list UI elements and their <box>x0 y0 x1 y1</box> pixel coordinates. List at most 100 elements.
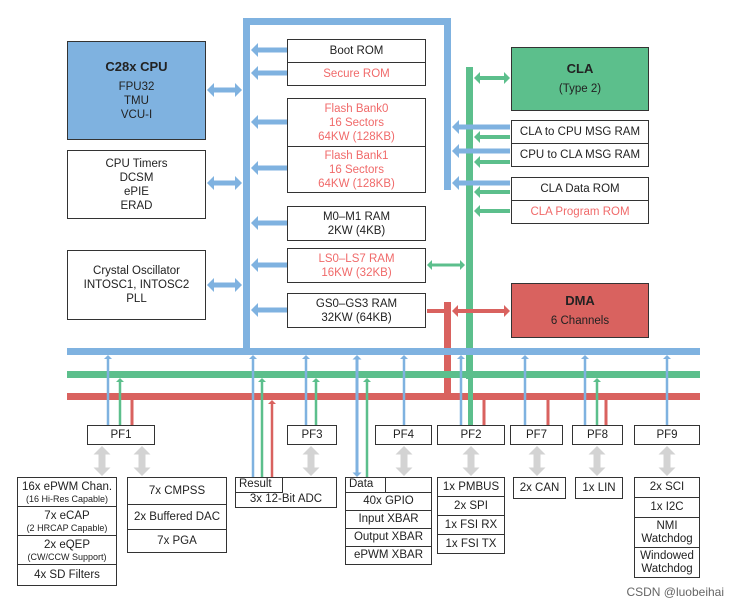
cpu-block: C28x CPU FPU32 TMU VCU-I <box>67 41 206 140</box>
analog-peripheral-label: 7x PGA <box>157 534 197 547</box>
pf1-peripheral-line: 16x ePWM Chan. <box>21 481 113 493</box>
memory-bus-arrow <box>258 262 287 268</box>
memory-bus-arrow <box>258 70 287 76</box>
memory-bus-arrow <box>258 307 287 313</box>
peripheral-double-arrow-head <box>93 467 111 476</box>
cpu-feature: FPU32 <box>118 80 155 93</box>
pf1-peripheral: 4x SD Filters <box>17 564 117 586</box>
peripheral-frame-pf4: PF4 <box>375 425 432 445</box>
flash-bank1: Flash Bank1 16 Sectors 64KW (128KB) <box>287 146 426 193</box>
memory-bus-arrow-head <box>251 161 258 175</box>
ls-ram-line: LS0–LS7 RAM <box>318 252 395 265</box>
pf-connector <box>106 359 110 425</box>
adc-connector <box>260 382 264 477</box>
analog-peripheral: 2x Buffered DAC <box>127 504 227 530</box>
cpu-bus-arrow-head <box>207 176 214 190</box>
peripheral-double-arrow-head <box>528 467 546 476</box>
cla-block: CLA (Type 2) <box>511 47 649 111</box>
peripheral-frame-pf1: PF1 <box>87 425 155 445</box>
pf-connector-head <box>116 378 124 382</box>
peripheral-bus-green <box>67 371 700 378</box>
adc-result-tab: Result <box>235 477 283 493</box>
ls-ram-line: 16KW (32KB) <box>321 266 392 279</box>
pf-connector <box>304 359 308 425</box>
timers-feature: CPU Timers <box>105 157 168 170</box>
cla-memory-cpu-arrow-head <box>452 176 459 190</box>
pf1-peripheral: 16x ePWM Chan. (16 Hi-Res Capable) <box>17 477 117 508</box>
cpu-bus-arrow-head <box>235 83 242 97</box>
peripheral-double-arrow <box>663 454 671 468</box>
pf1-peripheral: 7x eCAP (2 HRCAP Capable) <box>17 506 117 537</box>
gpio-item: Output XBAR <box>345 528 432 547</box>
m0-m1-ram-line: M0–M1 RAM <box>322 210 391 223</box>
peripheral-double-arrow-head <box>528 446 546 455</box>
oscillator-block: Crystal Oscillator INTOSC1, INTOSC2 PLL <box>67 250 206 320</box>
gpio-connector <box>355 359 359 473</box>
pf9-peripheral: NMI Watchdog <box>634 517 700 548</box>
peripheral-double-arrow-head <box>658 467 676 476</box>
peripheral-double-arrow <box>593 454 601 468</box>
cla-memory-arrow-head <box>474 205 480 217</box>
pf-connector <box>583 359 587 425</box>
pf9-peripheral-label: Windowed Watchdog <box>640 549 694 575</box>
cla-memory-cpu-arrow <box>459 148 510 154</box>
cla-program-rom-label: CLA Program ROM <box>530 206 630 218</box>
peripheral-double-arrow <box>400 454 408 468</box>
pf1-peripheral-line: (16 Hi-Res Capable) <box>25 494 109 504</box>
flash-bank0-line: Flash Bank0 <box>324 102 389 115</box>
peripheral-double-arrow-head <box>395 467 413 476</box>
pf-connector <box>402 359 406 425</box>
cpu-bus-arrow <box>214 180 235 186</box>
cla-bus-arrow-head <box>504 72 510 84</box>
cpu-bus-arrow <box>214 282 235 288</box>
peripheral-double-arrow-head <box>93 446 111 455</box>
cla-bus <box>466 67 473 379</box>
peripheral-double-arrow-head <box>462 446 480 455</box>
lin-label: 1x LIN <box>582 481 616 494</box>
pf-connector <box>314 382 318 425</box>
pf1-peripheral: 2x eQEP (CW/CCW Support) <box>17 535 117 566</box>
dma-arrow-head <box>504 305 510 317</box>
gpio-item-label: ePWM XBAR <box>353 549 423 561</box>
oscillator-feature: Crystal Oscillator <box>93 265 180 277</box>
pf2-peripheral: 1x FSI TX <box>437 534 505 554</box>
pf-connector <box>665 359 669 425</box>
can-block: 2x CAN <box>513 477 566 499</box>
peripheral-double-arrow-head <box>588 446 606 455</box>
cla-data-rom: CLA Data ROM <box>511 177 649 201</box>
ls-ram: LS0–LS7 RAM 16KW (32KB) <box>287 248 426 283</box>
pf-connector-head <box>400 355 408 359</box>
cla-memory-cpu-arrow <box>459 180 510 186</box>
peripheral-double-arrow-head <box>302 467 320 476</box>
flash-bank0: Flash Bank0 16 Sectors 64KW (128KB) <box>287 98 426 147</box>
pf-connector-head <box>302 355 310 359</box>
gpio-connector-head <box>352 355 362 360</box>
gpio-item-label: Output XBAR <box>353 531 424 543</box>
timers-feature: DCSM <box>119 171 154 184</box>
peripheral-double-arrow-head <box>302 446 320 455</box>
cla-memory-arrow <box>480 209 510 213</box>
cla-memory-cpu-arrow-head <box>452 144 459 158</box>
cla-bus-arrow <box>480 76 504 80</box>
gpio-data-tab: Data <box>345 477 386 493</box>
gpio-item-label: 40x GPIO <box>363 495 414 507</box>
peripheral-double-arrow-head <box>588 467 606 476</box>
cpu-bus-arrow-head <box>207 278 214 292</box>
analog-peripheral-label: 7x CMPSS <box>148 485 206 497</box>
pf1-peripheral-line: 4x SD Filters <box>34 568 100 581</box>
m0-m1-ram: M0–M1 RAM 2KW (4KB) <box>287 206 426 241</box>
pf-connector <box>482 400 486 425</box>
timers-feature: ePIE <box>124 185 149 198</box>
peripheral-frame-label: PF4 <box>392 428 415 441</box>
cla-to-cpu-msg-ram: CLA to CPU MSG RAM <box>511 120 649 144</box>
peripheral-double-arrow <box>307 454 315 468</box>
ls-ram-cla-arrow <box>432 263 460 267</box>
analog-peripheral-label: 2x Buffered DAC <box>133 510 221 523</box>
peripheral-double-arrow-head <box>395 446 413 455</box>
gpio-connector-head <box>363 378 371 382</box>
pf-connector <box>459 359 463 425</box>
peripheral-frame-label: PF9 <box>656 428 678 441</box>
pf1-peripheral-line: 2x eQEP <box>43 539 91 551</box>
m0-m1-ram-line: 2KW (4KB) <box>327 224 386 237</box>
flash-bank1-line: 64KW (128KB) <box>318 177 395 190</box>
